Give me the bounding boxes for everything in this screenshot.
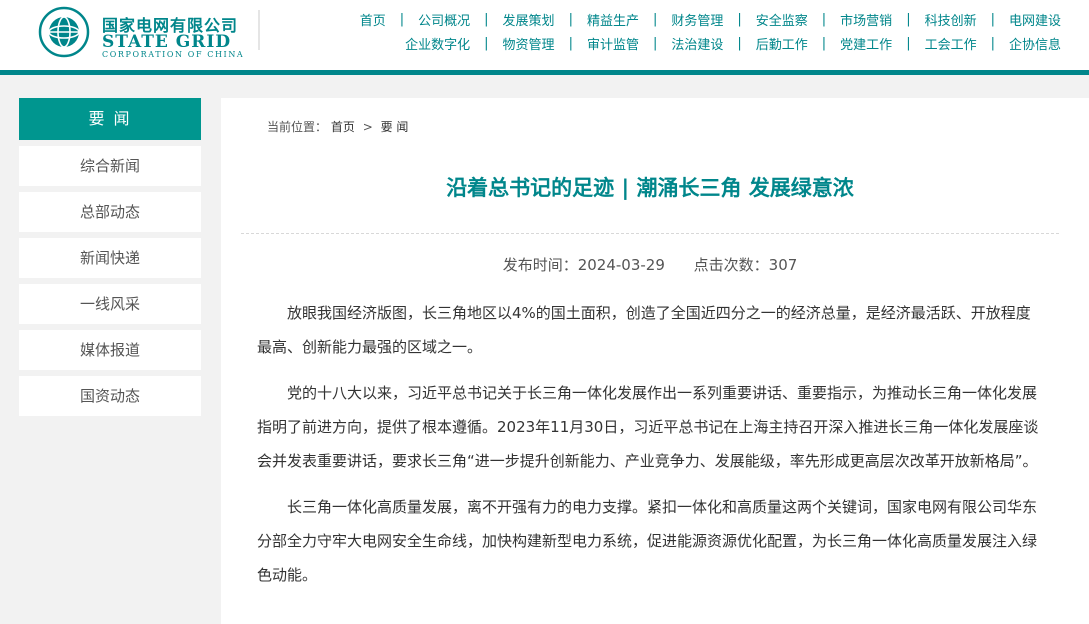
nav-separator: | [737, 36, 742, 51]
nav-materials-management[interactable]: 物资管理 [503, 34, 555, 53]
nav-enterprise-association[interactable]: 企协信息 [1009, 34, 1061, 53]
sidebar-item-news-express[interactable]: 新闻快递 [19, 238, 201, 278]
nav-separator: | [484, 36, 489, 51]
sidebar-item-general-news[interactable]: 综合新闻 [19, 146, 201, 186]
breadcrumb-separator: > [362, 120, 373, 134]
publish-time: 发布时间：2024-03-29 [502, 256, 665, 274]
state-grid-emblem-icon [38, 6, 90, 58]
top-nav-row-1: 首页 | 公司概况 | 发展策划 | 精益生产 | 财务管理 | 安全监察 | … [360, 10, 1061, 29]
logo-divider [258, 10, 260, 50]
nav-logistics[interactable]: 后勤工作 [756, 34, 808, 53]
click-count: 点击次数：307 [693, 256, 798, 274]
top-nav-row-2: 企业数字化 | 物资管理 | 审计监管 | 法治建设 | 后勤工作 | 党建工作… [405, 34, 1061, 53]
nav-separator: | [906, 36, 911, 51]
sidebar-item-media-reports[interactable]: 媒体报道 [19, 330, 201, 370]
sidebar-item-frontline[interactable]: 一线风采 [19, 284, 201, 324]
breadcrumb-current[interactable]: 要 闻 [381, 120, 409, 134]
sidebar-item-sasac-updates[interactable]: 国资动态 [19, 376, 201, 416]
nav-separator: | [568, 36, 573, 51]
nav-financial-management[interactable]: 财务管理 [671, 10, 723, 29]
nav-separator: | [399, 12, 405, 27]
nav-trade-union[interactable]: 工会工作 [925, 34, 977, 53]
article-meta: 发布时间：2024-03-29 点击次数：307 [241, 254, 1059, 275]
nav-separator: | [906, 12, 911, 27]
article-panel: 当前位置： 首页 > 要 闻 沿着总书记的足迹 | 潮涌长三角 发展绿意浓 发布… [221, 98, 1089, 624]
article-paragraph: 党的十八大以来，习近平总书记关于长三角一体化发展作出一系列重要讲话、重要指示，为… [257, 384, 1039, 470]
nav-separator: | [821, 12, 827, 27]
nav-separator: | [652, 12, 658, 27]
nav-separator: | [990, 36, 995, 51]
breadcrumb-label: 当前位置： [267, 120, 328, 134]
nav-safety-supervision[interactable]: 安全监察 [756, 10, 808, 29]
logo-english-subtitle: CORPORATION OF CHINA [102, 50, 245, 59]
state-grid-logo[interactable]: 国家电网有限公司 STATE GRID CORPORATION OF CHINA [38, 6, 268, 62]
logo-english-name: STATE GRID [102, 32, 232, 52]
nav-grid-construction[interactable]: 电网建设 [1009, 10, 1061, 29]
nav-separator: | [484, 12, 489, 27]
header-accent-bar [0, 70, 1089, 75]
nav-separator: | [821, 36, 827, 51]
site-header: 国家电网有限公司 STATE GRID CORPORATION OF CHINA… [0, 0, 1089, 70]
nav-audit-supervision[interactable]: 审计监管 [587, 34, 639, 53]
nav-marketing[interactable]: 市场营销 [840, 10, 892, 29]
nav-separator: | [990, 12, 995, 27]
breadcrumb: 当前位置： 首页 > 要 闻 [267, 118, 408, 135]
sidebar: 要 闻 综合新闻 总部动态 新闻快递 一线风采 媒体报道 国资动态 [19, 98, 201, 416]
nav-tech-innovation[interactable]: 科技创新 [925, 10, 977, 29]
article-paragraph: 放眼我国经济版图，长三角地区以4%的国土面积，创造了全国近四分之一的经济总量，是… [257, 304, 1031, 356]
article-body: 放眼我国经济版图，长三角地区以4%的国土面积，创造了全国近四分之一的经济总量，是… [257, 296, 1043, 604]
nav-party-building[interactable]: 党建工作 [840, 34, 892, 53]
breadcrumb-home-link[interactable]: 首页 [331, 120, 355, 134]
nav-rule-of-law[interactable]: 法治建设 [671, 34, 723, 53]
nav-separator: | [652, 36, 658, 51]
sidebar-heading: 要 闻 [19, 98, 201, 140]
nav-separator: | [568, 12, 573, 27]
nav-enterprise-digitalization[interactable]: 企业数字化 [405, 34, 470, 53]
article-title: 沿着总书记的足迹 | 潮涌长三角 发展绿意浓 [446, 176, 854, 200]
title-divider [241, 233, 1059, 234]
nav-development-planning[interactable]: 发展策划 [503, 10, 555, 29]
nav-separator: | [737, 12, 742, 27]
nav-company-overview[interactable]: 公司概况 [418, 10, 470, 29]
nav-lean-production[interactable]: 精益生产 [587, 10, 639, 29]
nav-home[interactable]: 首页 [360, 10, 386, 29]
article-paragraph: 长三角一体化高质量发展，离不开强有力的电力支撑。紧扣一体化和高质量这两个关键词，… [257, 498, 1038, 584]
sidebar-item-hq-updates[interactable]: 总部动态 [19, 192, 201, 232]
